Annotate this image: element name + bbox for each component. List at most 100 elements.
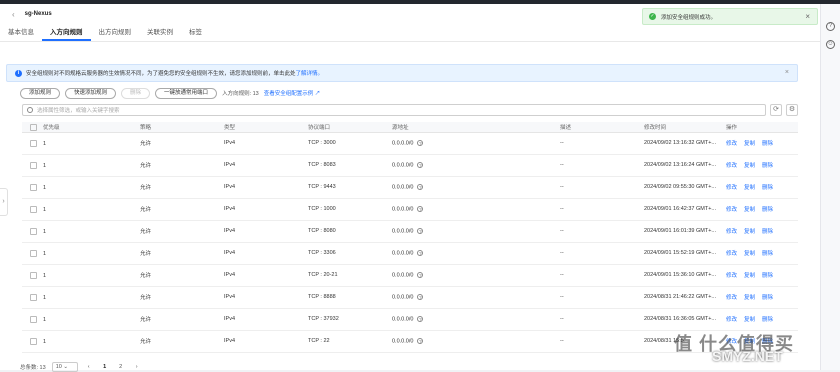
cell-type: IPv4 xyxy=(224,220,308,243)
help-icon[interactable]: ? xyxy=(826,22,835,31)
select-all-checkbox[interactable] xyxy=(30,123,37,131)
cell-port: TCP : 37932 xyxy=(308,308,392,331)
row-checkbox[interactable] xyxy=(30,183,37,191)
help-question-icon[interactable]: ? xyxy=(417,337,424,344)
cell-type: IPv4 xyxy=(224,330,308,353)
copy-link[interactable]: 复制 xyxy=(744,273,755,279)
row-checkbox[interactable] xyxy=(30,293,37,301)
refresh-icon[interactable]: ⟳ xyxy=(770,104,782,116)
cell-type: IPv4 xyxy=(224,242,308,265)
modify-link[interactable]: 修改 xyxy=(726,163,737,169)
cell-source: 0.0.0.0/0? xyxy=(392,176,560,199)
search-input[interactable]: 选择属性筛选，或输入关键字搜索 xyxy=(22,104,766,116)
cell-priority: 1 xyxy=(22,330,140,353)
modify-link[interactable]: 修改 xyxy=(726,185,737,191)
table-row: 1 允许 IPv4 TCP : 9443 0.0.0.0/0? -- 2024/09/02 … xyxy=(22,176,798,199)
copy-link[interactable]: 复制 xyxy=(744,295,755,301)
copy-link[interactable]: 复制 xyxy=(744,229,755,235)
copy-link[interactable]: 复制 xyxy=(744,317,755,323)
search-icon xyxy=(27,107,33,113)
modify-link[interactable]: 修改 xyxy=(726,141,737,147)
modify-link[interactable]: 修改 xyxy=(726,207,737,213)
delete-link[interactable]: 删除 xyxy=(762,251,773,257)
tab-associated-instances[interactable]: 关联实例 xyxy=(139,24,181,41)
help-question-icon[interactable]: ? xyxy=(417,249,424,256)
modify-link[interactable]: 修改 xyxy=(726,251,737,257)
help-question-icon[interactable]: ? xyxy=(417,315,424,322)
row-checkbox[interactable] xyxy=(30,139,37,147)
col-port: 协议端口 xyxy=(308,122,392,133)
copy-link[interactable]: 复制 xyxy=(744,207,755,213)
info-learn-more-link[interactable]: 了解详情。 xyxy=(296,71,324,77)
row-checkbox[interactable] xyxy=(30,205,37,213)
col-priority[interactable]: 优先级 xyxy=(22,122,140,133)
help-question-icon[interactable]: ? xyxy=(417,293,424,300)
modify-link[interactable]: 修改 xyxy=(726,229,737,235)
delete-link[interactable]: 删除 xyxy=(762,185,773,191)
cell-priority: 1 xyxy=(22,308,140,331)
row-checkbox[interactable] xyxy=(30,271,37,279)
page-size-select[interactable]: 10 ⌄ xyxy=(51,362,78,372)
help-question-icon[interactable]: ? xyxy=(417,139,424,146)
table-header-row: 优先级 策略 类型 协议端口 源地址 描述 修改时间 操作 xyxy=(22,122,798,133)
settings-gear-icon[interactable]: ⚙ xyxy=(786,104,798,116)
config-example-label[interactable]: 查看安全组配置示例 xyxy=(264,91,314,97)
quick-add-rule-button[interactable]: 快速添加规则 xyxy=(65,87,117,99)
delete-link[interactable]: 删除 xyxy=(762,163,773,169)
modify-link[interactable]: 修改 xyxy=(726,295,737,301)
sidebar-expand-handle[interactable]: › xyxy=(0,188,8,216)
delete-link[interactable]: 删除 xyxy=(762,141,773,147)
row-checkbox[interactable] xyxy=(30,161,37,169)
toast-close-icon[interactable]: × xyxy=(805,12,810,21)
tab-basic-info[interactable]: 基本信息 xyxy=(0,24,42,41)
cell-actions: 修改 复制 删除 xyxy=(726,198,798,221)
delete-link[interactable]: 删除 xyxy=(762,295,773,301)
page-2[interactable]: 2 xyxy=(116,362,126,372)
cell-source: 0.0.0.0/0? xyxy=(392,220,560,243)
delete-link[interactable]: 删除 xyxy=(762,207,773,213)
help-question-icon[interactable]: ? xyxy=(417,271,424,278)
back-arrow-icon[interactable]: ‹ xyxy=(12,10,15,19)
cell-description: -- xyxy=(560,308,644,331)
next-page-icon[interactable]: › xyxy=(132,362,142,372)
help-question-icon[interactable]: ? xyxy=(417,183,424,190)
add-rule-button[interactable]: 添加规则 xyxy=(20,87,61,99)
row-checkbox[interactable] xyxy=(30,337,37,345)
copy-link[interactable]: 复制 xyxy=(744,251,755,257)
row-checkbox[interactable] xyxy=(30,315,37,323)
delete-link[interactable]: 删除 xyxy=(762,273,773,279)
row-checkbox[interactable] xyxy=(30,227,37,235)
copy-link[interactable]: 复制 xyxy=(744,141,755,147)
source-value: 0.0.0.0/0 xyxy=(392,294,414,301)
source-value: 0.0.0.0/0 xyxy=(392,140,414,147)
delete-link[interactable]: 删除 xyxy=(762,229,773,235)
delete-link[interactable]: 删除 xyxy=(762,317,773,323)
copy-link[interactable]: 复制 xyxy=(744,185,755,191)
cell-description: -- xyxy=(560,132,644,155)
cell-port: TCP : 8083 xyxy=(308,154,392,177)
modify-link[interactable]: 修改 xyxy=(726,273,737,279)
help-question-icon[interactable]: ? xyxy=(417,205,424,212)
config-example-link[interactable]: 查看安全组配置示例 ↗ xyxy=(264,89,321,97)
info-banner: i 安全组规则对不同规格云服务器的生效情况不同，为了避免您的安全组规则不生效，请… xyxy=(6,64,798,82)
delete-button[interactable]: 删除 xyxy=(121,87,151,99)
open-common-ports-button[interactable]: 一键放通常用端口 xyxy=(155,87,218,99)
cell-priority: 1 xyxy=(22,154,140,177)
page-1[interactable]: 1 xyxy=(100,362,110,372)
help-question-icon[interactable]: ? xyxy=(417,161,424,168)
info-close-icon[interactable]: × xyxy=(785,69,789,76)
col-source: 源地址 xyxy=(392,122,560,133)
priority-value: 1 xyxy=(43,272,47,279)
modify-link[interactable]: 修改 xyxy=(726,317,737,323)
tab-inbound-rules[interactable]: 入方向规则 xyxy=(42,24,91,41)
help-question-icon[interactable]: ? xyxy=(417,227,424,234)
prev-page-icon[interactable]: ‹ xyxy=(84,362,94,372)
row-checkbox[interactable] xyxy=(30,249,37,257)
copy-link[interactable]: 复制 xyxy=(744,163,755,169)
tab-outbound-rules[interactable]: 出方向规则 xyxy=(91,24,140,41)
cell-description: -- xyxy=(560,220,644,243)
tab-tags[interactable]: 标签 xyxy=(181,24,210,41)
cell-port: TCP : 20-21 xyxy=(308,264,392,287)
cell-policy: 允许 xyxy=(140,176,224,199)
feedback-smile-icon[interactable]: ☺ xyxy=(826,40,835,49)
